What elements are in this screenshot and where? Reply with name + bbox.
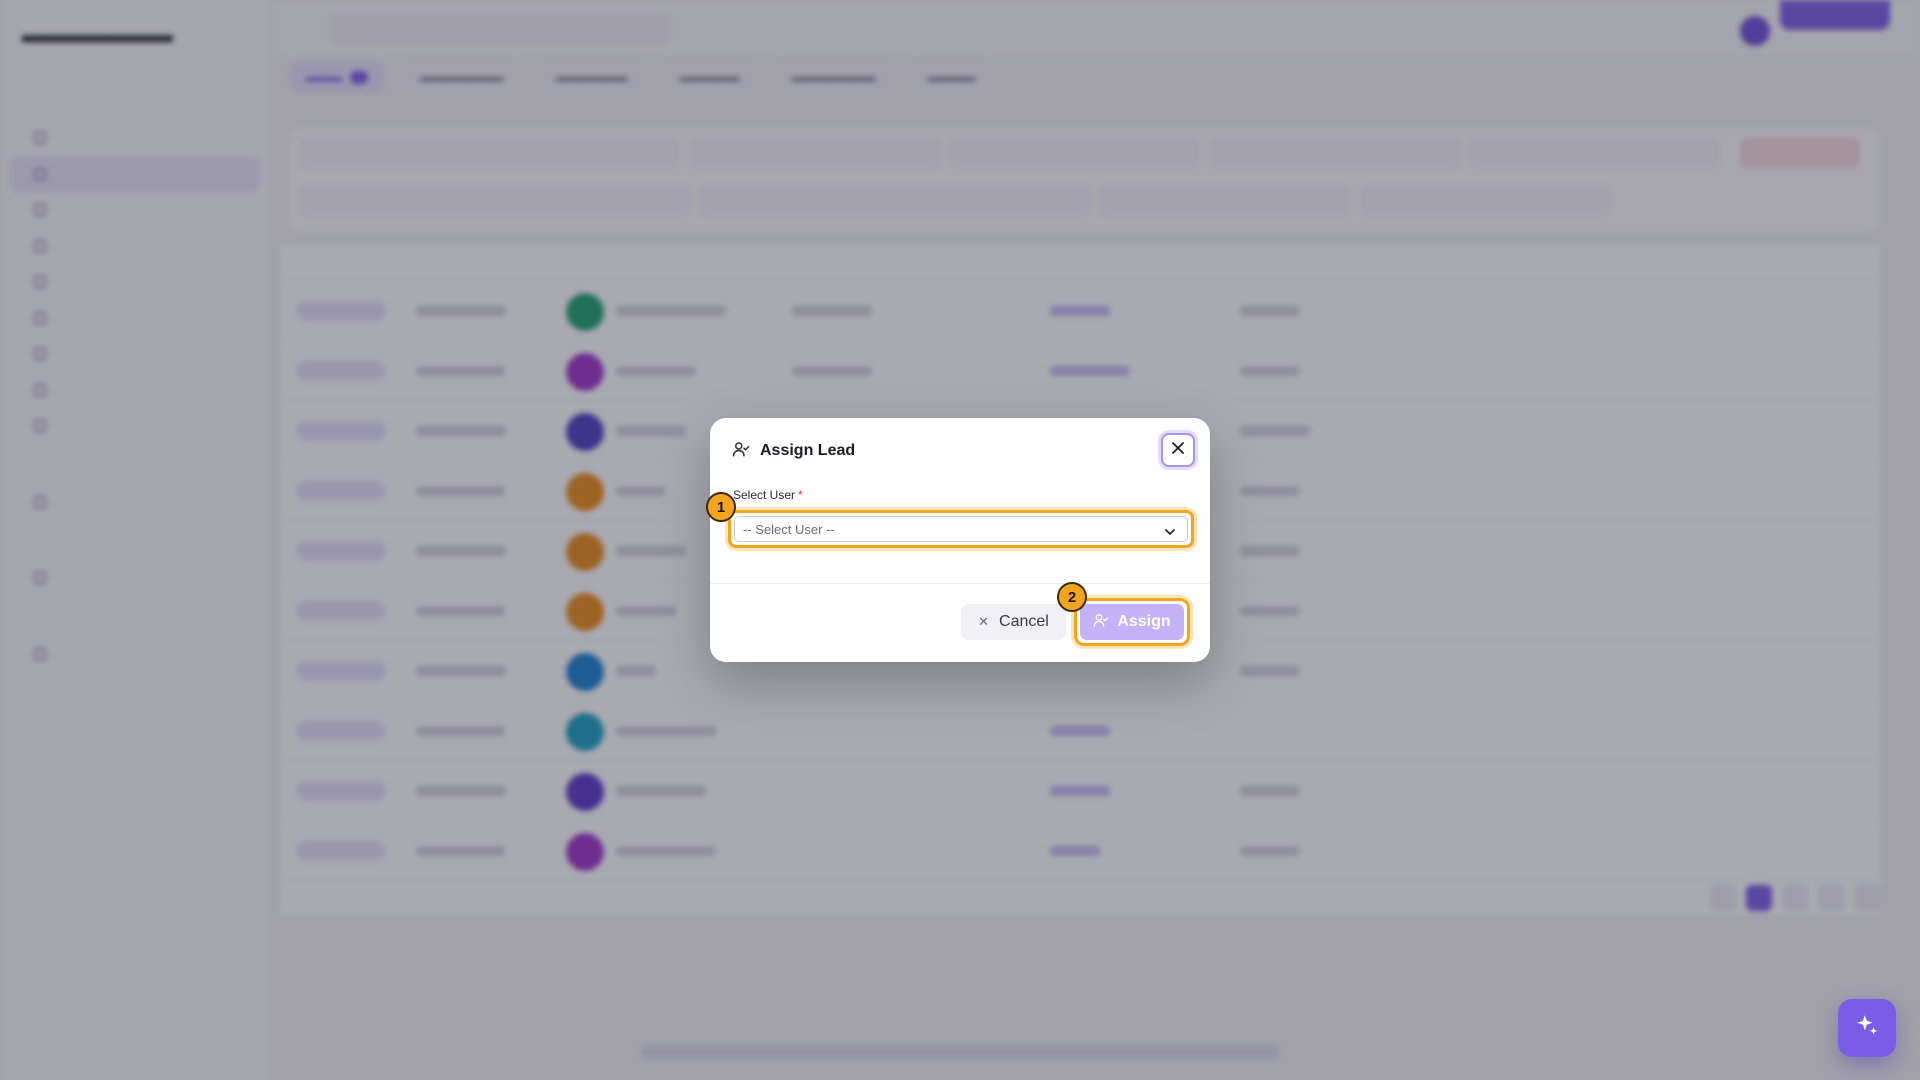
cancel-button[interactable]: ✕ Cancel — [961, 604, 1066, 640]
modal-header: Assign Lead — [710, 418, 1210, 484]
chevron-down-icon — [1163, 525, 1177, 542]
required-mark: * — [798, 488, 803, 502]
select-user-dropdown[interactable]: -- Select User -- — [734, 516, 1188, 542]
assign-lead-modal: Assign Lead Select User * -- Select User … — [706, 418, 1210, 662]
select-user-placeholder: -- Select User -- — [743, 521, 835, 537]
modal-divider — [710, 583, 1210, 584]
user-assign-icon — [1093, 612, 1109, 633]
assign-button[interactable]: Assign — [1080, 604, 1184, 640]
close-icon — [1171, 441, 1185, 460]
select-user-label: Select User * — [733, 488, 803, 502]
x-icon: ✕ — [978, 614, 990, 629]
annotation-badge-1: 1 — [706, 492, 736, 522]
select-user-label-text: Select User — [733, 488, 796, 502]
user-assign-icon — [732, 440, 750, 463]
close-button[interactable] — [1161, 433, 1195, 467]
annotation-badge-2: 2 — [1057, 582, 1087, 612]
modal-title: Assign Lead — [760, 442, 856, 459]
cancel-label: Cancel — [999, 613, 1049, 630]
select-user-highlight: -- Select User -- — [728, 510, 1194, 548]
assign-button-highlight: Assign — [1074, 598, 1190, 646]
ai-assistant-button[interactable] — [1838, 999, 1896, 1057]
assign-label: Assign — [1117, 613, 1171, 630]
sparkles-icon — [1854, 1013, 1880, 1044]
